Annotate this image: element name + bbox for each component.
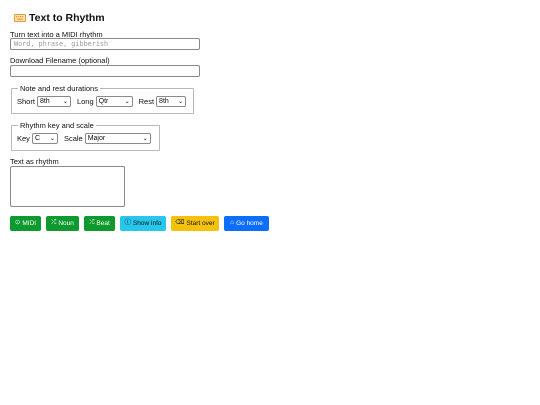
durations-row: Short 8th ⌄ Long Qtr ⌄ Rest 8th ⌄	[17, 96, 187, 107]
noun-button[interactable]: ⤮ Noun	[46, 216, 79, 231]
backspace-icon: ⌫	[175, 219, 185, 227]
filename-label: Download Filename (optional)	[10, 56, 110, 65]
text-input[interactable]	[10, 38, 200, 50]
shuffle-icon: ⤮	[51, 219, 57, 227]
chevron-down-icon: ⌄	[124, 99, 130, 105]
midi-button[interactable]: ⊙ MIDI	[10, 216, 41, 231]
short-duration-select[interactable]: 8th ⌄	[36, 96, 71, 107]
go-home-button-label: Go home	[236, 220, 263, 227]
key-value: C	[34, 135, 40, 142]
page-title: Text to Rhythm	[29, 12, 105, 24]
scale-value: Major	[87, 135, 106, 142]
chevron-down-icon: ⌄	[49, 136, 55, 142]
start-over-button[interactable]: ⌫ Start over	[171, 216, 219, 231]
play-circle-icon: ⊙	[14, 219, 21, 227]
key-select[interactable]: C ⌄	[31, 133, 58, 144]
info-icon: ⓘ	[124, 219, 131, 227]
home-icon: ⌂	[230, 219, 235, 227]
rest-duration-select[interactable]: 8th ⌄	[156, 96, 187, 107]
durations-legend: Note and rest durations	[18, 84, 100, 93]
chevron-down-icon: ⌄	[178, 99, 184, 105]
keyboard-icon	[14, 14, 26, 22]
short-duration-value: 8th	[39, 98, 50, 105]
beat-button[interactable]: ⤮ Beat	[84, 216, 115, 231]
filename-input[interactable]	[10, 65, 200, 77]
long-label: Long	[76, 97, 94, 106]
key-label: Key	[17, 134, 30, 143]
long-duration-value: Qtr	[98, 98, 109, 105]
rhythm-textarea[interactable]	[10, 166, 125, 207]
rhythm-text-label: Text as rhythm	[10, 157, 59, 166]
key-scale-row: Key C ⌄ Scale Major ⌄	[17, 133, 151, 144]
beat-button-label: Beat	[96, 220, 110, 227]
scale-select[interactable]: Major ⌄	[84, 133, 151, 144]
key-scale-legend: Rhythm key and scale	[18, 121, 96, 130]
chevron-down-icon: ⌄	[142, 136, 148, 142]
noun-button-label: Noun	[58, 220, 74, 227]
show-info-button-label: Show info	[132, 220, 162, 227]
shuffle-icon: ⤮	[89, 219, 95, 227]
midi-button-label: MIDI	[22, 220, 37, 227]
go-home-button[interactable]: ⌂ Go home	[224, 216, 269, 231]
show-info-button[interactable]: ⓘ Show info	[120, 216, 166, 231]
scale-label: Scale	[63, 134, 83, 143]
chevron-down-icon: ⌄	[62, 99, 68, 105]
page-header: Text to Rhythm	[14, 12, 105, 24]
long-duration-select[interactable]: Qtr ⌄	[95, 96, 133, 107]
start-over-button-label: Start over	[186, 220, 215, 227]
rest-label: Rest	[138, 97, 155, 106]
short-label: Short	[17, 97, 35, 106]
rest-duration-value: 8th	[159, 98, 169, 105]
